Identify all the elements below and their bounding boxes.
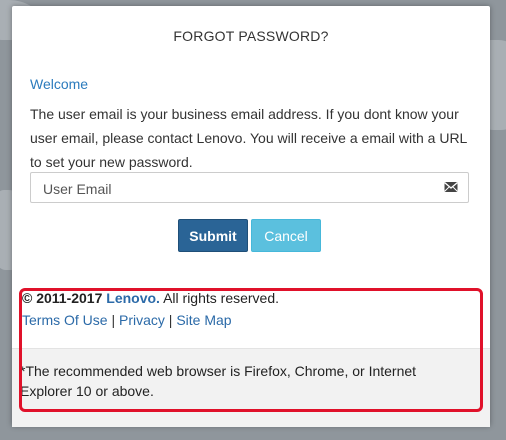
footer-links: Terms Of Use | Privacy | Site Map [22,312,232,328]
copyright-years: © 2011-2017 [22,290,103,306]
envelope-icon [444,181,458,192]
lenovo-link[interactable]: Lenovo. [106,290,160,306]
email-field[interactable] [30,172,469,204]
copyright-line: © 2011-2017 Lenovo. All rights reserved. [22,290,279,306]
link-separator: | [168,312,173,328]
privacy-link[interactable]: Privacy [119,312,165,328]
email-input[interactable] [41,173,445,204]
site-map-link[interactable]: Site Map [176,312,231,328]
rights-text: All rights reserved. [163,290,280,306]
link-separator: | [111,312,116,328]
dialog-title: FORGOT PASSWORD? [173,28,329,44]
cancel-button[interactable]: Cancel [251,219,321,252]
terms-of-use-link[interactable]: Terms Of Use [22,312,108,328]
submit-button[interactable]: Submit [178,219,248,252]
browser-recommendation-note: *The recommended web browser is Firefox,… [20,363,417,399]
instructions-text: The user email is your business email ad… [30,106,467,170]
welcome-heading: Welcome [30,76,89,92]
